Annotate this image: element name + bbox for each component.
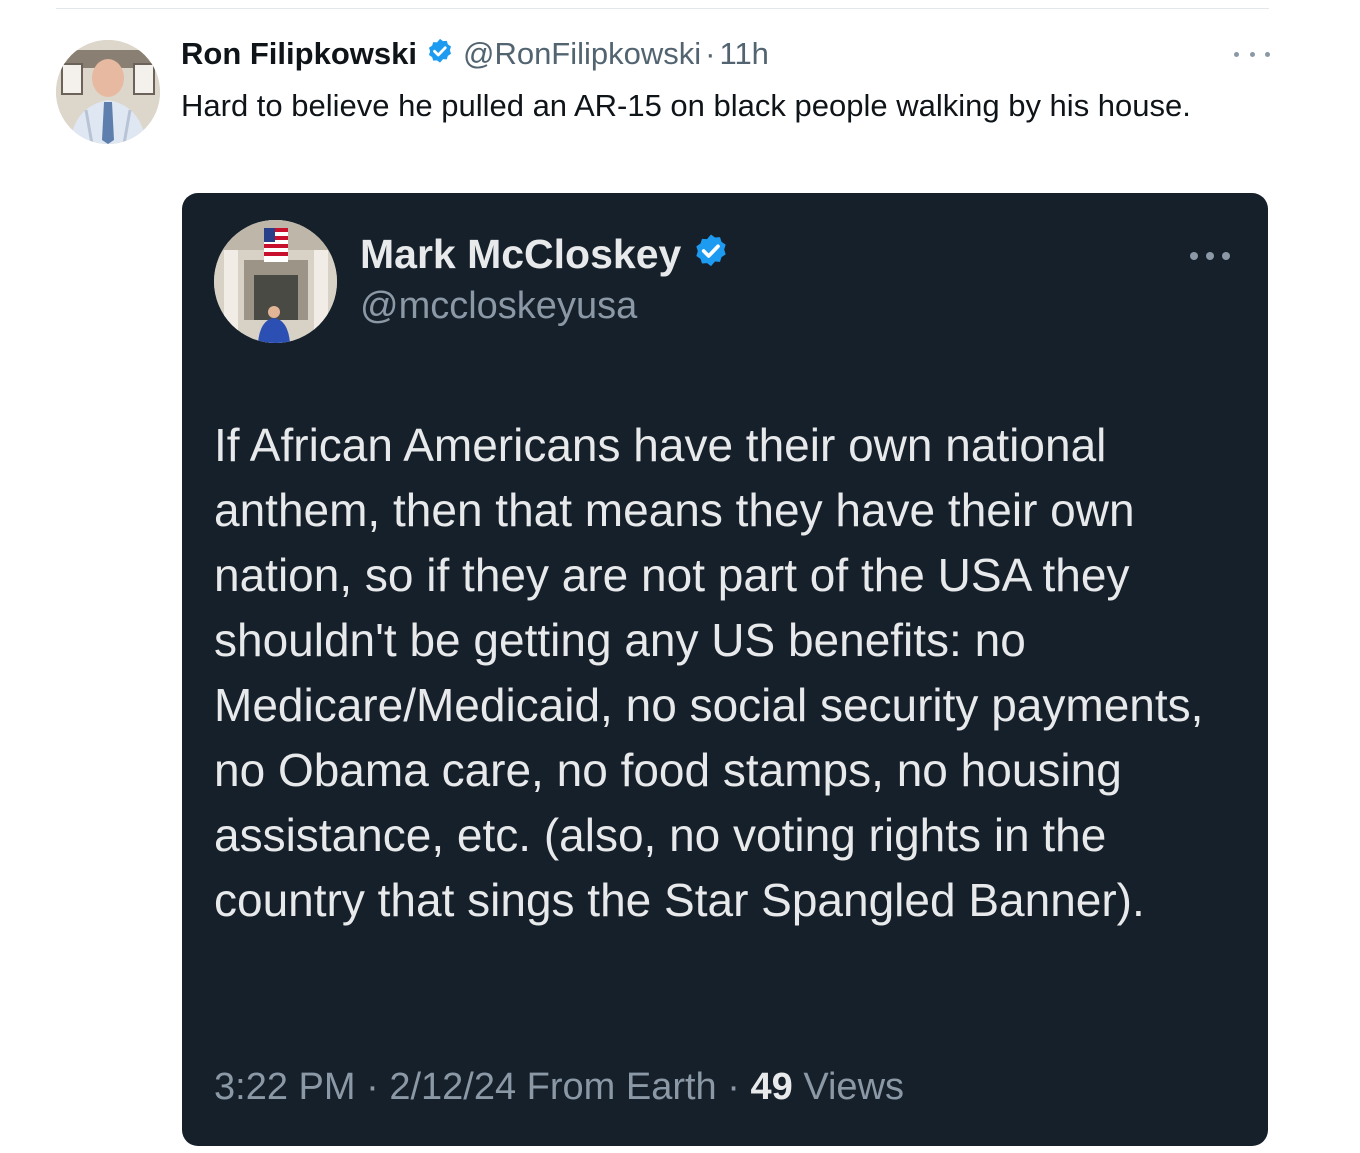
menu-dot — [1265, 51, 1270, 57]
top-divider — [56, 8, 1269, 9]
quoted-tweet-time[interactable]: 3:22 PM — [214, 1066, 356, 1108]
more-horizontal-icon[interactable] — [1190, 249, 1230, 263]
tweet-header: Ron Filipkowski @RonFilipkowski · 11h — [181, 33, 769, 75]
author-handle[interactable]: @RonFilipkowski — [463, 36, 701, 72]
separator-dot: · — [366, 1066, 379, 1108]
tweet-text: Hard to believe he pulled an AR-15 on bl… — [181, 88, 1191, 123]
separator-dot: · — [727, 1066, 740, 1108]
menu-dot — [1222, 252, 1230, 260]
quoted-author-name[interactable]: Mark McCloskey — [360, 231, 681, 278]
tweet-time[interactable]: 11h — [720, 36, 769, 72]
quoted-tweet-card[interactable]: Mark McCloskey @mccloskeyusa If African … — [182, 193, 1268, 1146]
verified-badge-icon — [425, 37, 455, 72]
more-horizontal-icon[interactable] — [1234, 40, 1270, 68]
separator-dot: · — [705, 36, 716, 71]
quoted-avatar-image — [214, 220, 337, 343]
quoted-tweet-date-source[interactable]: 2/12/24 From Earth — [389, 1066, 716, 1108]
author-name[interactable]: Ron Filipkowski — [181, 36, 417, 72]
quoted-avatar[interactable] — [214, 220, 337, 343]
menu-dot — [1206, 252, 1214, 260]
quoted-author-handle[interactable]: @mccloskeyusa — [360, 285, 637, 328]
views-count: 49 — [750, 1066, 793, 1108]
quoted-tweet-text: If African Americans have their own nati… — [214, 419, 1204, 926]
quoted-header: Mark McCloskey — [360, 231, 731, 278]
menu-dot — [1249, 51, 1255, 57]
verified-badge-icon — [691, 232, 731, 277]
menu-dot — [1234, 51, 1239, 57]
avatar[interactable] — [56, 40, 160, 144]
quoted-tweet-meta: 3:22 PM · 2/12/24 From Earth · 49 Views — [214, 1066, 904, 1109]
views-label: Views — [803, 1066, 905, 1108]
avatar-image — [56, 40, 160, 144]
menu-dot — [1190, 252, 1198, 260]
